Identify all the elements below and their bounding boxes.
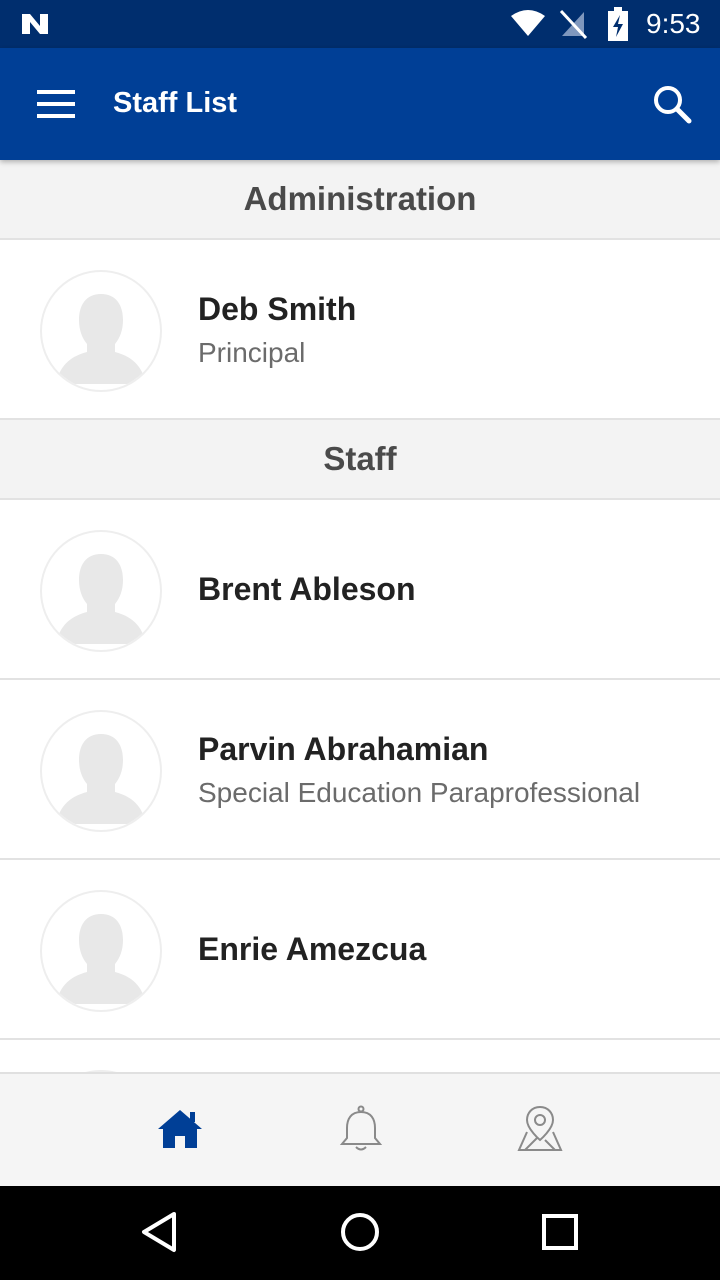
person-placeholder-icon	[56, 734, 146, 824]
wifi-icon	[511, 10, 545, 36]
system-navigation-bar	[0, 1184, 720, 1280]
avatar	[40, 710, 162, 832]
battery-charging-icon	[608, 7, 628, 41]
section-header-administration: Administration	[0, 160, 720, 240]
home-circle-icon[interactable]	[336, 1208, 384, 1256]
no-signal-icon	[559, 9, 588, 40]
avatar	[40, 890, 162, 1012]
staff-name: Deb Smith	[198, 291, 357, 327]
staff-row[interactable]: Brent Ableson	[0, 500, 720, 680]
staff-row[interactable]: Enrie Amezcua	[0, 860, 720, 1040]
staff-row[interactable]	[0, 1040, 720, 1072]
notification-n-icon	[22, 14, 48, 34]
menu-button[interactable]	[22, 72, 90, 136]
staff-name: Enrie Amezcua	[198, 931, 427, 967]
bottom-navigation	[0, 1072, 720, 1186]
staff-role: Principal	[198, 337, 306, 368]
menu-icon-bar	[37, 102, 75, 106]
app-bar: Staff List	[0, 48, 720, 160]
home-icon[interactable]	[155, 1104, 205, 1154]
recents-icon[interactable]	[536, 1208, 584, 1256]
menu-icon-bar	[37, 90, 75, 94]
section-header-staff: Staff	[0, 420, 720, 500]
avatar	[40, 530, 162, 652]
bell-icon[interactable]	[336, 1104, 386, 1154]
staff-role: Special Education Paraprofessional	[198, 777, 641, 808]
person-placeholder-icon	[56, 554, 146, 644]
person-placeholder-icon	[56, 294, 146, 384]
staff-list[interactable]: Administration Deb Smith Principal Staff…	[0, 160, 720, 1072]
status-bar: 9:53	[0, 0, 720, 48]
person-placeholder-icon	[56, 914, 146, 1004]
staff-list-screen: 9:53 Staff List Administration Deb Smith…	[0, 0, 720, 1280]
back-icon[interactable]	[136, 1208, 184, 1256]
staff-name: Brent Ableson	[198, 571, 416, 607]
staff-row[interactable]: Parvin Abrahamian Special Education Para…	[0, 680, 720, 860]
map-pin-icon[interactable]	[515, 1104, 565, 1154]
search-icon[interactable]	[640, 72, 704, 136]
staff-name: Parvin Abrahamian	[198, 731, 489, 767]
status-time: 9:53	[646, 8, 701, 39]
page-title: Staff List	[113, 87, 238, 119]
avatar	[40, 270, 162, 392]
staff-row[interactable]: Deb Smith Principal	[0, 240, 720, 420]
menu-icon-bar	[37, 114, 75, 118]
